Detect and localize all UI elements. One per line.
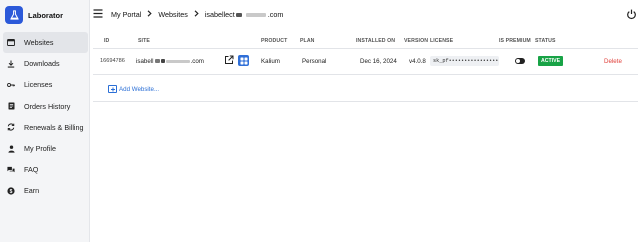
version: v4.0.8 — [409, 58, 426, 65]
site-url-suffix: .com — [190, 58, 204, 65]
chevron-right-icon — [194, 10, 199, 19]
websites-table: ID SITE PRODUCT PLAN INSTALLED ON VERSIO… — [93, 33, 638, 102]
column-header-product: PRODUCT — [261, 38, 288, 44]
premium-toggle[interactable] — [515, 58, 525, 64]
license-key[interactable]: sk_pf•••••••••••••••••• — [430, 56, 499, 66]
breadcrumb: My Portal Websites isabellect .com — [111, 10, 283, 19]
redacted-block — [165, 59, 190, 63]
add-website-label: Add Website... — [119, 85, 160, 93]
sidebar-item-downloads[interactable]: Downloads — [3, 53, 88, 74]
sidebar-item-label: FAQ — [24, 165, 39, 175]
table-row: 16694786 isabell .com Kalium Personal Dec… — [93, 49, 638, 75]
product-name: Kalium — [261, 58, 280, 65]
chat-icon — [7, 166, 15, 174]
column-header-plan: PLAN — [300, 38, 315, 44]
breadcrumb-my-portal[interactable]: My Portal — [111, 10, 141, 19]
sidebar: Laborator Websites Downloads Licenses Or… — [0, 0, 90, 242]
receipt-icon — [7, 102, 15, 110]
sidebar-item-label: Licenses — [24, 80, 53, 90]
hamburger-menu-icon[interactable] — [93, 9, 103, 19]
sidebar-item-label: Renewals & Billing — [24, 122, 84, 132]
sidebar-item-licenses[interactable]: Licenses — [3, 74, 88, 95]
redacted-block — [245, 13, 266, 18]
sidebar-item-label: Orders History — [24, 101, 71, 111]
key-icon — [7, 81, 15, 89]
browser-icon — [7, 39, 15, 47]
sidebar-item-label: My Profile — [24, 144, 56, 154]
breadcrumb-site-prefix: isabellect — [204, 10, 235, 19]
column-header-version: VERSION — [404, 38, 429, 44]
sidebar-item-earn[interactable]: $ Earn — [3, 180, 88, 201]
brand[interactable]: Laborator — [5, 5, 63, 25]
download-icon — [7, 60, 15, 68]
breadcrumb-current-site: isabellect .com — [205, 10, 284, 19]
column-header-site: SITE — [138, 38, 150, 44]
column-header-license: LICENSE — [430, 38, 454, 44]
topbar: My Portal Websites isabellect .com — [90, 0, 640, 30]
sidebar-item-faq[interactable]: FAQ — [3, 159, 88, 180]
add-window-icon — [108, 85, 117, 93]
installed-on-date: Dec 16, 2024 — [360, 58, 397, 65]
brand-name: Laborator — [28, 10, 64, 20]
status-badge: ACTIVE — [538, 56, 564, 66]
redacted-block — [160, 59, 165, 64]
add-website-row: Add Website... — [93, 75, 638, 102]
add-website-button[interactable]: Add Website... — [108, 85, 159, 93]
sidebar-item-label: Downloads — [24, 59, 60, 69]
table-header: ID SITE PRODUCT PLAN INSTALLED ON VERSIO… — [93, 33, 638, 49]
site-url-prefix: isabell — [136, 58, 154, 65]
sidebar-item-my-profile[interactable]: My Profile — [3, 138, 88, 159]
redacted-block — [154, 59, 160, 64]
site-id: 16694786 — [100, 58, 125, 64]
column-header-installed-on: INSTALLED ON — [356, 38, 396, 44]
sidebar-item-label: Websites — [24, 38, 54, 48]
breadcrumb-site-suffix: .com — [267, 10, 284, 19]
chevron-right-icon — [147, 10, 153, 19]
external-link-icon[interactable] — [224, 55, 235, 66]
power-icon[interactable] — [626, 9, 637, 20]
breadcrumb-websites[interactable]: Websites — [158, 10, 187, 19]
sidebar-item-label: Earn — [24, 186, 40, 196]
sidebar-item-websites[interactable]: Websites — [3, 32, 88, 54]
laborator-logo-icon — [5, 6, 23, 24]
renew-icon — [7, 123, 15, 131]
kalium-theme-icon — [238, 55, 249, 66]
column-header-id: ID — [104, 38, 110, 44]
column-header-is-premium: IS PREMIUM — [499, 38, 531, 44]
column-header-status: STATUS — [535, 38, 556, 44]
delete-button[interactable]: Delete — [604, 58, 622, 65]
sidebar-item-orders-history[interactable]: Orders History — [3, 96, 88, 117]
redacted-block — [235, 13, 242, 18]
app: Laborator Websites Downloads Licenses Or… — [0, 0, 640, 242]
coin-icon: $ — [7, 187, 15, 195]
sidebar-item-renewals-billing[interactable]: Renewals & Billing — [3, 117, 88, 138]
svg-text:$: $ — [10, 189, 13, 195]
plan-name: Personal — [302, 58, 327, 65]
sidebar-nav: Websites Downloads Licenses Orders Histo… — [3, 32, 88, 202]
site-url[interactable]: isabell .com — [136, 58, 204, 65]
user-icon — [7, 145, 15, 153]
